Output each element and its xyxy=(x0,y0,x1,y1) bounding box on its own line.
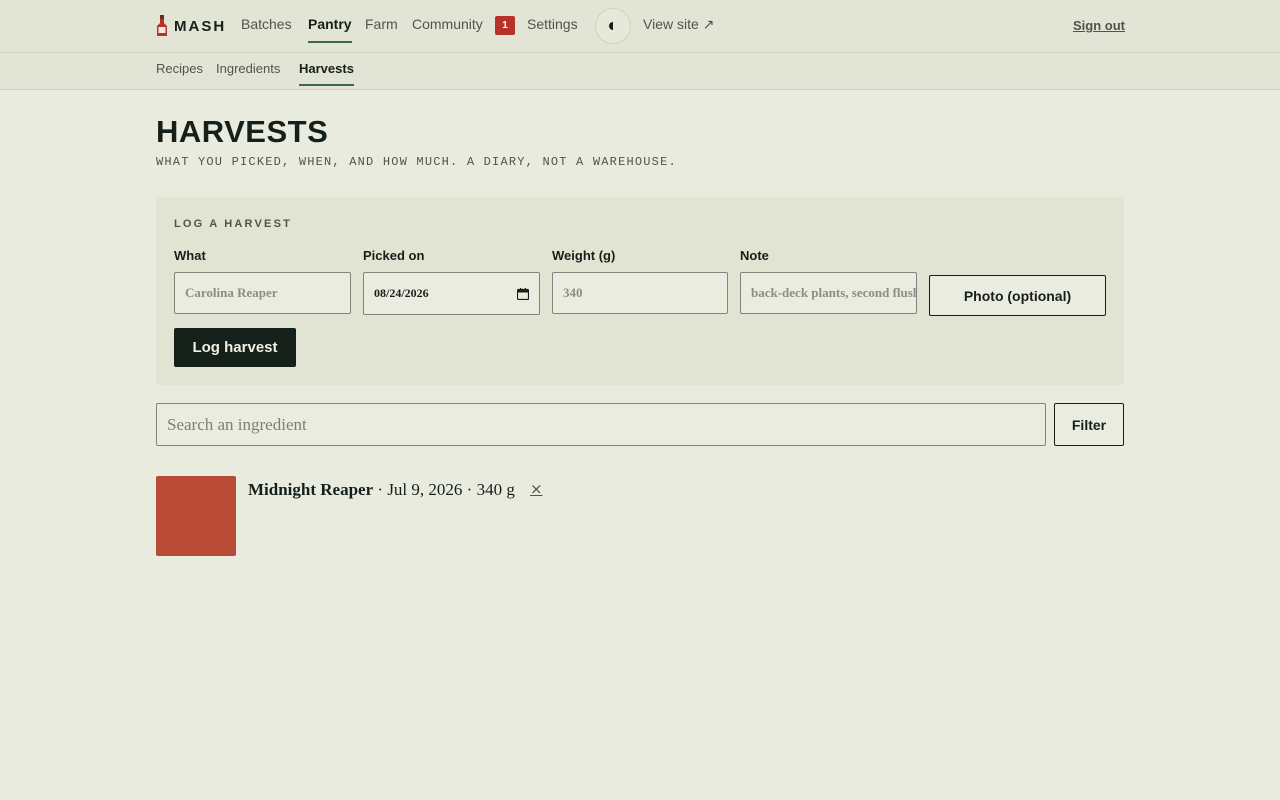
sub-nav: Recipes Ingredients Harvests xyxy=(0,53,1280,90)
harvest-photo-thumbnail[interactable] xyxy=(156,476,236,556)
community-notification-badge: 1 xyxy=(495,16,515,35)
view-site-link[interactable]: View site ↗ xyxy=(643,15,714,43)
remove-harvest-button[interactable]: × xyxy=(530,480,543,498)
nav-batches[interactable]: Batches xyxy=(241,15,292,43)
calendar-icon[interactable] xyxy=(517,287,529,300)
page-subtitle: WHAT YOU PICKED, WHEN, AND HOW MUCH. A D… xyxy=(156,155,677,169)
weight-input[interactable]: 340 xyxy=(552,272,728,314)
log-harvest-panel: LOG A HARVEST What Carolina Reaper Picke… xyxy=(156,197,1124,385)
weight-placeholder: 340 xyxy=(563,285,583,300)
nav-community[interactable]: Community xyxy=(412,15,483,43)
note-label: Note xyxy=(740,248,769,263)
sign-out-link[interactable]: Sign out xyxy=(1073,18,1125,33)
search-placeholder: Search an ingredient xyxy=(167,414,307,434)
subnav-harvests[interactable]: Harvests xyxy=(299,61,354,86)
ingredient-search-input[interactable]: Search an ingredient xyxy=(156,403,1046,446)
subnav-recipes[interactable]: Recipes xyxy=(156,61,203,86)
theme-toggle-button[interactable] xyxy=(595,8,631,44)
separator: · xyxy=(377,480,388,499)
brand-name: MASH xyxy=(174,17,227,35)
log-harvest-button[interactable]: Log harvest xyxy=(174,328,296,367)
note-placeholder: back-deck plants, second flush xyxy=(751,285,917,300)
brand-logo[interactable]: MASH xyxy=(156,14,226,38)
nav-settings[interactable]: Settings xyxy=(527,15,578,43)
what-label: What xyxy=(174,248,206,263)
filter-button[interactable]: Filter xyxy=(1054,403,1124,446)
top-nav: MASH Batches Pantry Farm Community 1 Set… xyxy=(0,0,1280,53)
panel-title: LOG A HARVEST xyxy=(174,218,293,230)
subnav-ingredients[interactable]: Ingredients xyxy=(216,61,280,86)
hot-sauce-bottle-icon xyxy=(157,15,167,36)
harvest-name[interactable]: Midnight Reaper xyxy=(248,480,373,499)
half-moon-icon xyxy=(609,22,613,30)
separator: · xyxy=(466,480,477,499)
harvest-entry: Midnight Reaper · Jul 9, 2026 · 340 g xyxy=(248,480,515,500)
weight-label: Weight (g) xyxy=(552,248,616,263)
harvest-weight: 340 g xyxy=(476,480,515,499)
photo-upload-button[interactable]: Photo (optional) xyxy=(929,275,1106,316)
what-input[interactable]: Carolina Reaper xyxy=(174,272,351,314)
what-placeholder: Carolina Reaper xyxy=(185,285,278,300)
harvest-date: Jul 9, 2026 xyxy=(387,480,463,499)
date-value: 08/24/2026 xyxy=(374,286,429,300)
picked-on-label: Picked on xyxy=(363,248,425,263)
nav-pantry[interactable]: Pantry xyxy=(308,15,352,43)
nav-farm[interactable]: Farm xyxy=(365,15,398,43)
picked-on-date-input[interactable]: 08/24/2026 xyxy=(363,272,540,315)
note-input[interactable]: back-deck plants, second flush xyxy=(740,272,917,314)
page-title: HARVESTS xyxy=(156,114,329,149)
